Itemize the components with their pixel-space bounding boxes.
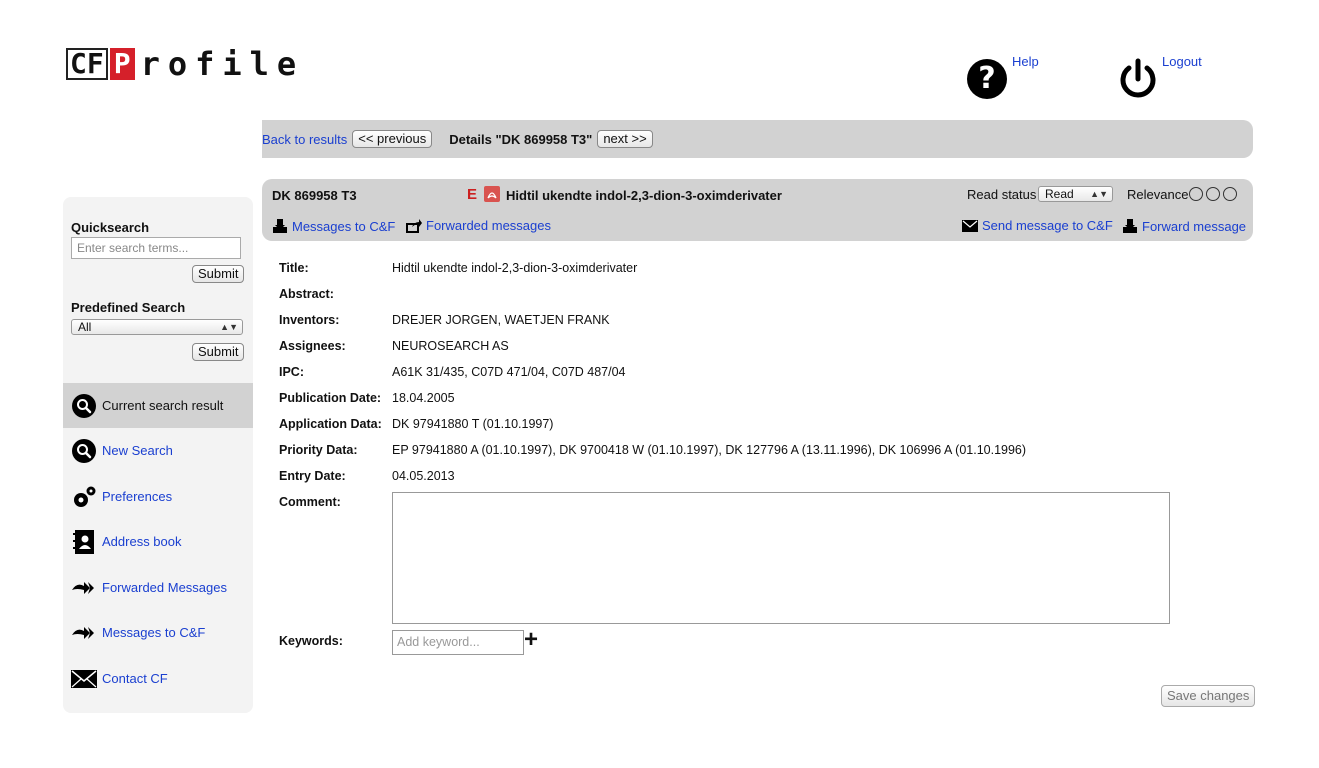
field-label-abstract: Abstract: — [279, 287, 334, 301]
share-icon — [406, 218, 422, 233]
sidebar-item-label: Messages to C&F — [102, 625, 206, 640]
field-label-entry-date: Entry Date: — [279, 469, 346, 483]
field-label-ipc: IPC: — [279, 365, 304, 379]
field-label-comment: Comment: — [279, 495, 341, 509]
results-navbar: Back to results << previous Details "DK … — [262, 120, 1253, 158]
quicksearch-input[interactable]: Enter search terms... — [71, 237, 241, 259]
double-arrow-icon — [71, 620, 97, 646]
read-status-select[interactable]: Read ▲▼ — [1038, 186, 1113, 202]
read-status-label: Read status — [967, 187, 1037, 202]
sidebar: Quicksearch Enter search terms... Submit… — [63, 197, 253, 713]
envelope-icon — [962, 219, 978, 232]
sidebar-item-forwarded-messages[interactable]: Forwarded Messages — [63, 565, 253, 610]
logo-p: P — [109, 48, 135, 80]
help-icon[interactable]: ? — [967, 59, 1007, 99]
add-keyword-icon[interactable]: + — [524, 628, 538, 652]
document-title: Hidtil ukendte indol-2,3-dion-3-oximderi… — [506, 188, 782, 203]
inbox-icon — [1123, 219, 1137, 233]
field-value-assignees: NEUROSEARCH AS — [392, 339, 509, 353]
field-value-ipc: A61K 31/435, C07D 471/04, C07D 487/04 — [392, 365, 626, 379]
select-arrows-icon: ▲▼ — [220, 322, 238, 332]
search-icon — [71, 393, 97, 419]
sidebar-item-label: Preferences — [102, 489, 173, 504]
double-arrow-icon — [71, 575, 97, 601]
inbox-icon — [273, 219, 287, 233]
details-heading: Details "DK 869958 T3" — [449, 131, 593, 147]
predefined-search-select[interactable]: All ▲▼ — [71, 319, 243, 335]
relevance-label: Relevance — [1127, 187, 1189, 202]
field-value-inventors: DREJER JORGEN, WAETJEN FRANK — [392, 313, 610, 327]
field-value-application-data: DK 97941880 T (01.10.1997) — [392, 417, 554, 431]
predefined-submit-button[interactable]: Submit — [192, 343, 245, 361]
sidebar-item-label: Address book — [102, 534, 182, 549]
field-value-priority-data: EP 97941880 A (01.10.1997), DK 9700418 W… — [392, 443, 1027, 457]
relevance-circle-2[interactable] — [1206, 187, 1220, 201]
send-message-label: Send message to C&F — [982, 218, 1113, 233]
document-header: DK 869958 T3 E Hidtil ukendte indol-2,3-… — [262, 179, 1253, 241]
forwarded-messages-link[interactable]: Forwarded messages — [406, 218, 551, 233]
sidebar-item-current-search-result[interactable]: Current search result — [63, 383, 253, 428]
field-label-assignees: Assignees: — [279, 339, 346, 353]
logo-cf: CF — [66, 48, 108, 80]
comment-textarea[interactable] — [392, 492, 1170, 624]
sidebar-item-preferences[interactable]: Preferences — [63, 474, 253, 519]
document-badge: E — [467, 186, 478, 203]
document-number: DK 869958 T3 — [272, 188, 357, 203]
envelope-icon — [71, 666, 97, 692]
quicksearch-label: Quicksearch — [71, 220, 150, 235]
search-icon — [71, 438, 97, 464]
pdf-icon[interactable] — [484, 186, 500, 202]
address-book-icon — [71, 529, 97, 555]
predefined-search-label: Predefined Search — [71, 300, 186, 315]
field-label-inventors: Inventors: — [279, 313, 340, 327]
logo-rest: rofile — [140, 45, 305, 83]
sidebar-item-label: Forwarded Messages — [102, 580, 227, 595]
field-value-title: Hidtil ukendte indol-2,3-dion-3-oximderi… — [392, 261, 638, 275]
sidebar-item-label: Contact CF — [102, 671, 168, 686]
send-message-link[interactable]: Send message to C&F — [962, 218, 1113, 233]
save-changes-button[interactable]: Save changes — [1161, 685, 1256, 707]
power-icon[interactable] — [1118, 58, 1158, 100]
help-link[interactable]: Help — [1012, 54, 1039, 69]
field-value-publication-date: 18.04.2005 — [392, 391, 455, 405]
keyword-input[interactable]: Add keyword... — [392, 630, 524, 655]
field-label-publication-date: Publication Date: — [279, 391, 382, 405]
sidebar-item-messages-to-cf[interactable]: Messages to C&F — [63, 610, 253, 655]
messages-to-cf-label: Messages to C&F — [292, 218, 396, 234]
field-label-priority-data: Priority Data: — [279, 443, 358, 457]
previous-button[interactable]: << previous — [352, 130, 433, 148]
sidebar-item-label: Current search result — [102, 398, 224, 413]
read-status-value: Read — [1045, 187, 1074, 201]
logout-link[interactable]: Logout — [1162, 54, 1202, 69]
gears-icon — [71, 484, 97, 510]
messages-to-cf-link[interactable]: Messages to C&F — [272, 218, 395, 234]
sidebar-item-address-book[interactable]: Address book — [63, 519, 253, 564]
keywords-label: Keywords: — [279, 634, 343, 648]
sidebar-item-contact-cf[interactable]: Contact CF — [63, 656, 253, 701]
back-to-results-link[interactable]: Back to results — [262, 132, 347, 147]
next-button[interactable]: next >> — [597, 130, 653, 148]
field-label-title: Title: — [279, 261, 309, 275]
forwarded-messages-label: Forwarded messages — [426, 218, 551, 233]
field-label-application-data: Application Data: — [279, 417, 382, 431]
relevance-circle-1[interactable] — [1189, 187, 1203, 201]
forward-message-link[interactable]: Forward message — [1122, 218, 1246, 234]
predefined-search-value: All — [78, 320, 92, 334]
forward-message-label: Forward message — [1142, 218, 1247, 234]
select-arrows-icon: ▲▼ — [1090, 189, 1108, 199]
sidebar-item-new-search[interactable]: New Search — [63, 428, 253, 473]
sidebar-item-label: New Search — [102, 443, 173, 458]
relevance-circle-3[interactable] — [1223, 187, 1237, 201]
app-logo: CF P rofile — [66, 45, 305, 83]
quicksearch-submit-button[interactable]: Submit — [192, 265, 245, 283]
field-value-entry-date: 04.05.2013 — [392, 469, 455, 483]
